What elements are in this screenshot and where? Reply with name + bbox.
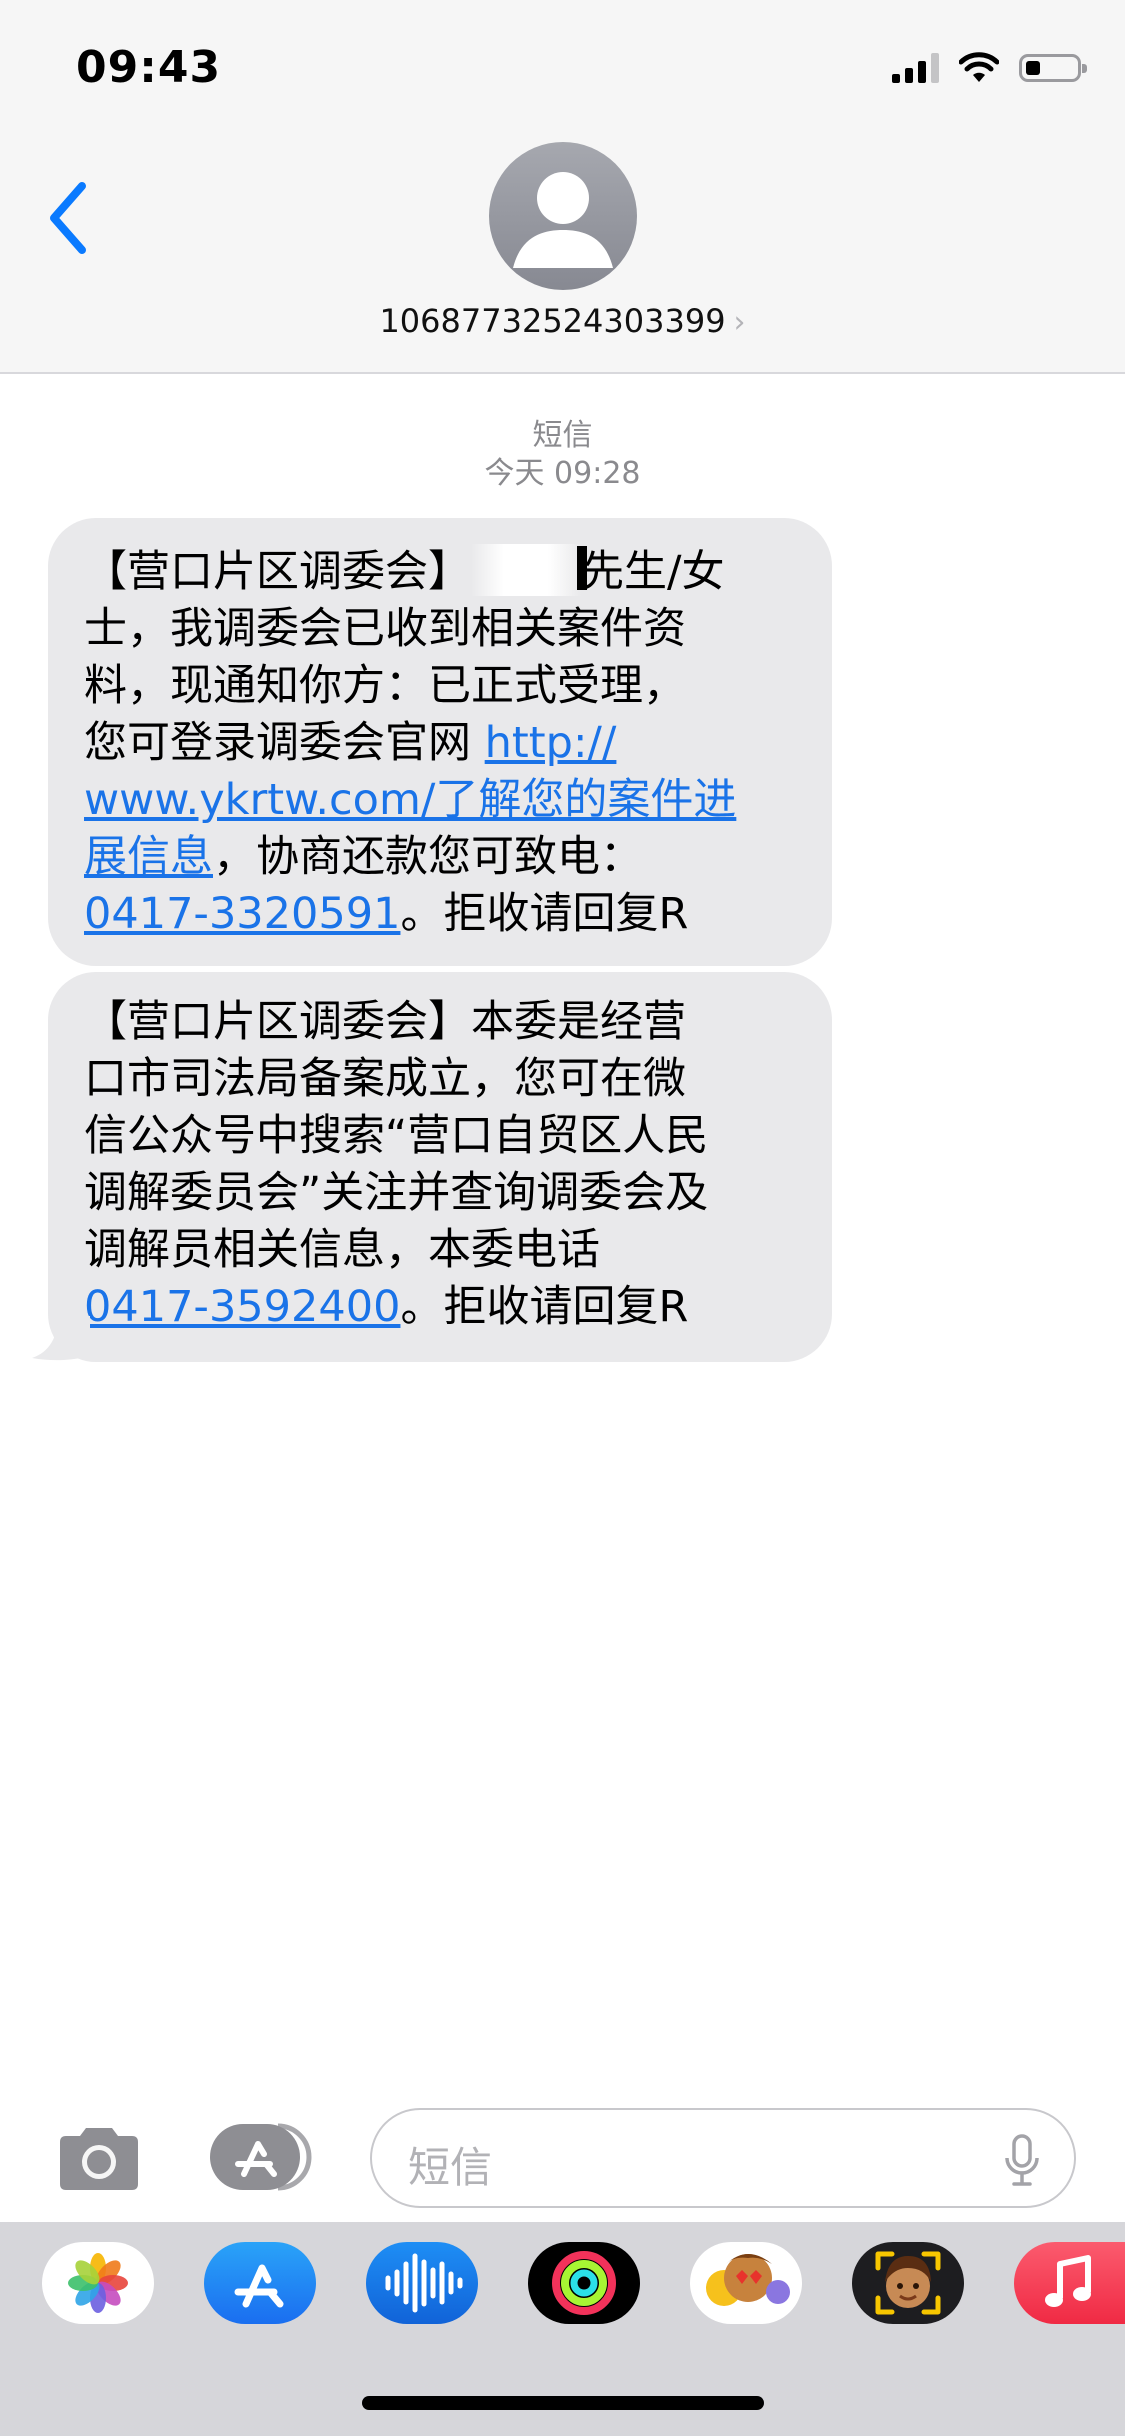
microphone-icon[interactable] — [1004, 2134, 1040, 2188]
message-input-placeholder: 短信 — [408, 2143, 493, 2192]
message-timestamp: 今天 09:28 — [484, 456, 641, 491]
message-line: 信公众号中搜索“营口自贸区人民 — [84, 1111, 709, 1161]
app-store-apps-icon[interactable] — [208, 2120, 318, 2194]
website-link[interactable]: www.ykrtw.com/了解您的案件进 — [84, 775, 736, 825]
message-bubble[interactable]: 【营口片区调委会】 先生/女 士，我调委会已收到相关案件资 料，现通知你方：已正式… — [48, 518, 832, 966]
bubble-tail — [32, 1316, 90, 1361]
compose-bar: 短信 — [0, 2100, 1125, 2220]
message-line: 您可登录调委会官网 http:// — [84, 715, 802, 772]
message-text: ，协商还款您可致电： — [213, 832, 643, 882]
message-line: 【营口片区调委会】 先生/女 — [84, 544, 802, 601]
message-line: 【营口片区调委会】本委是经营 — [84, 997, 686, 1047]
phone-link[interactable]: 0417-3320591 — [84, 889, 400, 939]
contact-avatar[interactable] — [489, 142, 637, 290]
redacted-name — [471, 544, 587, 596]
message-line: 士，我调委会已收到相关案件资 — [84, 604, 686, 654]
sender-number-text: 10687732524303399 — [379, 302, 726, 340]
photos-icon[interactable] — [42, 2242, 154, 2324]
message-text: 。拒收请回复R — [400, 889, 689, 939]
audio-waveform-icon[interactable] — [366, 2242, 478, 2324]
music-icon[interactable] — [1014, 2242, 1125, 2324]
message-line: 料，现通知你方：已正式受理， — [84, 661, 686, 711]
message-line: 口市司法局备案成立，您可在微 — [84, 1054, 686, 1104]
message-line: 0417-3320591。拒收请回复R — [84, 886, 802, 943]
battery-icon — [1019, 54, 1087, 82]
home-indicator[interactable] — [362, 2396, 764, 2410]
message-line: 展信息，协商还款您可致电： — [84, 829, 802, 886]
message-text: 【营口片区调委会】 — [84, 547, 471, 597]
memoji-icon[interactable] — [852, 2242, 964, 2324]
phone-link[interactable]: 0417-3592400 — [84, 1282, 400, 1332]
message-input[interactable]: 短信 — [370, 2108, 1076, 2208]
wifi-icon — [959, 52, 999, 82]
activity-rings-icon[interactable] — [528, 2242, 640, 2324]
chevron-right-icon: › — [733, 305, 746, 340]
message-bubble[interactable]: 【营口片区调委会】本委是经营 口市司法局备案成立，您可在微 信公众号中搜索“营口… — [48, 972, 832, 1362]
app-store-icon[interactable] — [204, 2242, 316, 2324]
conversation-header: 09:43 10687732524303399 › — [0, 0, 1125, 374]
status-time: 09:43 — [76, 42, 222, 93]
status-icons — [892, 46, 1087, 90]
back-chevron-icon[interactable] — [44, 178, 94, 258]
cellular-signal-icon — [892, 53, 939, 83]
message-text: 先生/女 — [581, 547, 725, 597]
camera-icon[interactable] — [54, 2124, 144, 2194]
message-text: 您可登录调委会官网 — [84, 718, 485, 768]
message-text: 。拒收请回复R — [400, 1282, 689, 1332]
message-line: 调解员相关信息，本委电话 — [84, 1225, 600, 1275]
person-silhouette-icon — [513, 172, 613, 268]
animoji-stickers-icon[interactable] — [690, 2242, 802, 2324]
website-link[interactable]: 展信息 — [84, 832, 213, 882]
sender-number[interactable]: 10687732524303399 › — [0, 302, 1125, 340]
message-line: 0417-3592400。拒收请回复R — [84, 1279, 802, 1336]
message-line: 调解委员会”关注并查询调委会及 — [84, 1168, 709, 1218]
message-line: www.ykrtw.com/了解您的案件进 — [84, 772, 802, 829]
website-link[interactable]: http:// — [485, 718, 617, 768]
